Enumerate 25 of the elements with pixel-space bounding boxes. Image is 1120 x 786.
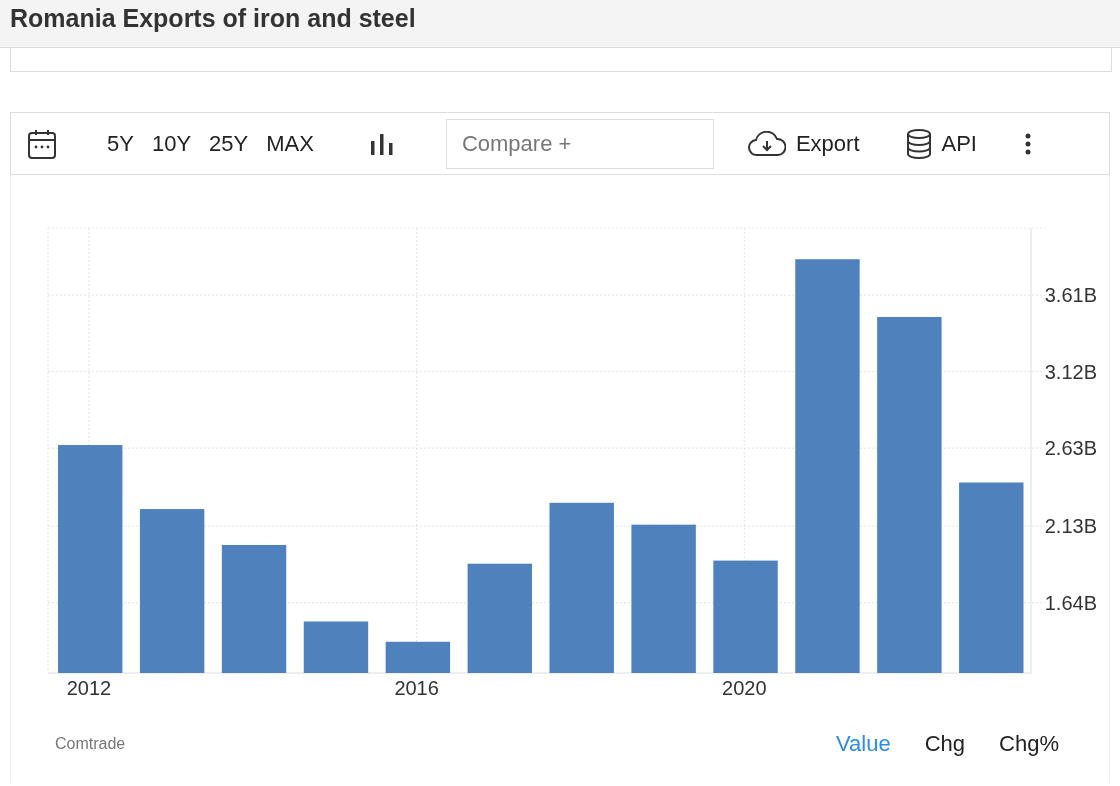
database-icon <box>905 128 932 159</box>
range-button[interactable]: 10Y <box>145 126 198 161</box>
source-label: Comtrade <box>55 735 126 753</box>
view-tab[interactable]: Chg% <box>989 729 1069 759</box>
y-axis-label: 2.63B <box>1044 437 1097 460</box>
view-tab[interactable]: Chg <box>914 729 976 759</box>
y-axis-label: 2.13B <box>1044 515 1097 538</box>
x-axis-label: 2016 <box>394 677 439 699</box>
x-axis-label: 2012 <box>66 677 112 699</box>
y-axis-label: 1.64B <box>1044 591 1097 614</box>
x-axis-label: 2020 <box>722 677 767 699</box>
y-axis-label: 3.61B <box>1044 284 1097 307</box>
export-button[interactable]: Export <box>741 126 866 161</box>
bar-chart-icon <box>369 132 394 155</box>
api-button[interactable]: API <box>899 124 983 163</box>
more-options-icon[interactable] <box>1025 132 1031 155</box>
view-tab[interactable]: Value <box>826 729 901 759</box>
page-title: Romania Exports of iron and steel <box>10 4 416 33</box>
range-button[interactable]: MAX <box>260 126 320 161</box>
y-axis-label: 3.12B <box>1044 360 1097 383</box>
range-button[interactable]: 25Y <box>203 126 255 161</box>
cloud-download-icon <box>747 130 786 157</box>
range-button[interactable]: 5Y <box>101 126 140 161</box>
calendar-icon[interactable] <box>27 127 57 160</box>
compare-field[interactable]: Compare + <box>445 118 714 169</box>
